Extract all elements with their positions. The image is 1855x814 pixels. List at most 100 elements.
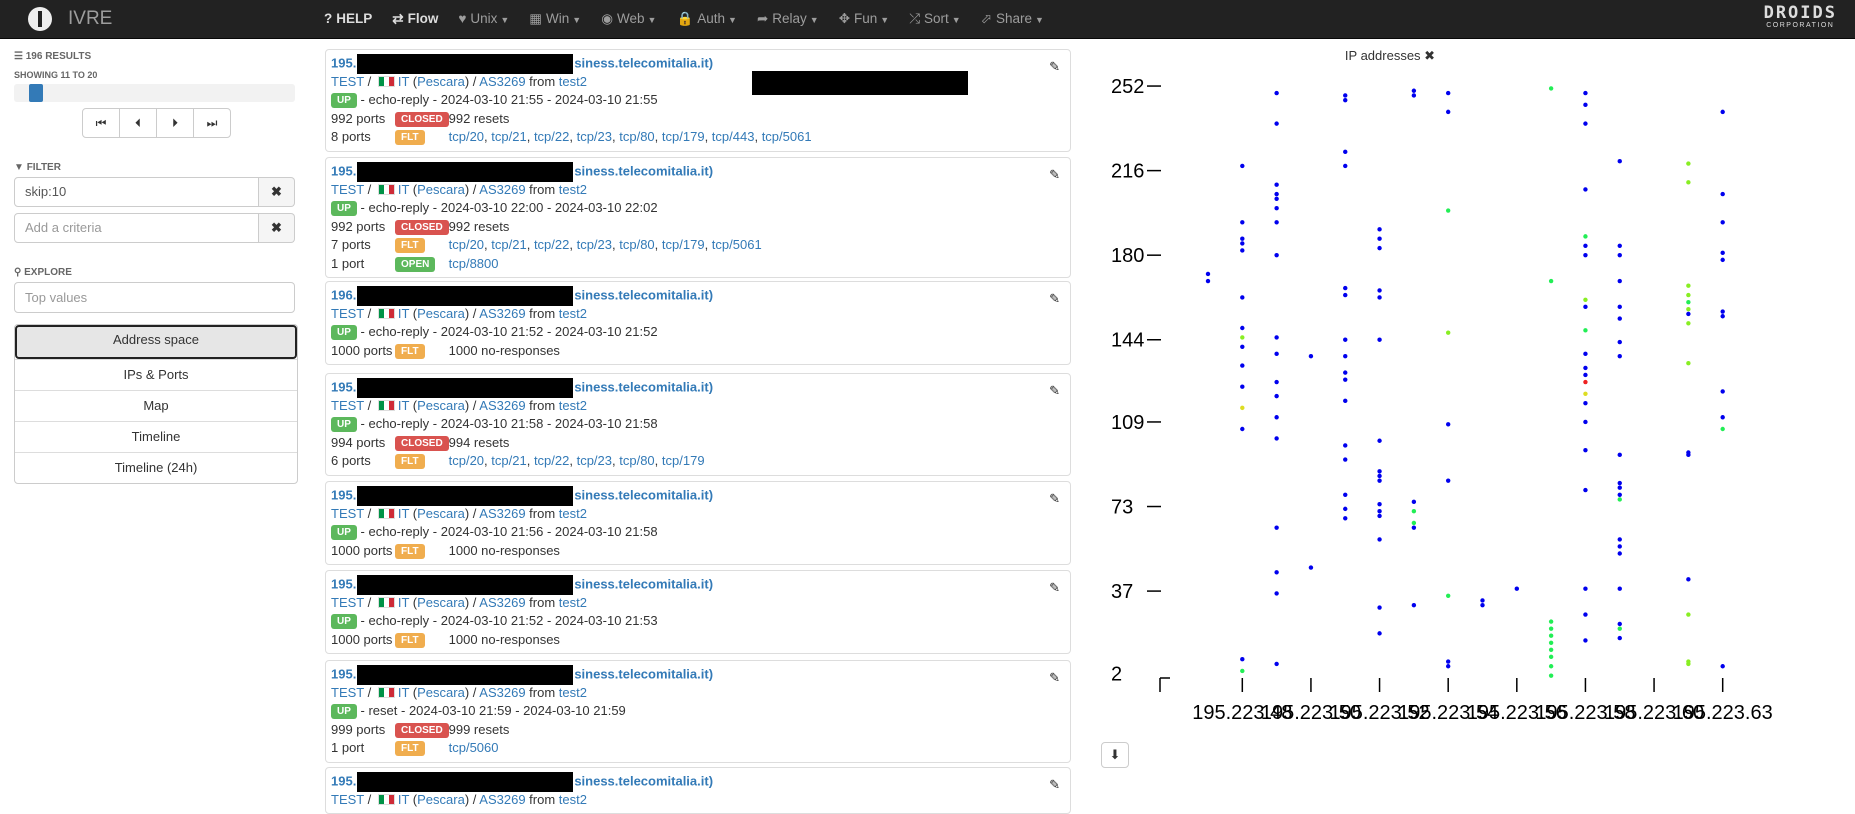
explore-item-address-space[interactable]: Address space xyxy=(15,325,297,359)
asn-link[interactable]: AS3269 xyxy=(479,685,525,700)
source-link[interactable]: TEST xyxy=(331,685,364,700)
nav-item-relay[interactable]: ➦ Relay ▼ xyxy=(747,0,829,38)
ip-prefix[interactable]: 196. xyxy=(331,287,356,302)
slider-handle[interactable] xyxy=(29,84,44,102)
criteria-input[interactable]: Add a criteria xyxy=(14,213,259,243)
top-values-input[interactable]: Top values xyxy=(14,282,295,313)
explore-item-timeline[interactable]: Timeline xyxy=(15,421,297,452)
probe-link[interactable]: test2 xyxy=(559,685,587,700)
country-link[interactable]: IT xyxy=(398,595,409,610)
hostname-suffix[interactable]: siness.telecomitalia.it) xyxy=(574,666,713,681)
probe-link[interactable]: test2 xyxy=(559,595,587,610)
country-link[interactable]: IT xyxy=(398,685,409,700)
hostname-suffix[interactable]: siness.telecomitalia.it) xyxy=(574,379,713,394)
probe-link[interactable]: test2 xyxy=(559,398,587,413)
port-link[interactable]: tcp/22 xyxy=(534,237,569,252)
country-link[interactable]: IT xyxy=(398,398,409,413)
city-link[interactable]: Pescara xyxy=(417,306,465,321)
city-link[interactable]: Pescara xyxy=(417,398,465,413)
port-link[interactable]: tcp/443 xyxy=(712,129,755,144)
port-link[interactable]: tcp/22 xyxy=(534,129,569,144)
download-button[interactable]: ⬇ xyxy=(1101,742,1129,768)
hostname-suffix[interactable]: siness.telecomitalia.it) xyxy=(574,55,713,70)
port-link[interactable]: tcp/21 xyxy=(491,453,526,468)
ip-prefix[interactable]: 195. xyxy=(331,163,356,178)
nav-item-web[interactable]: ◉ Web ▼ xyxy=(591,0,666,38)
port-link[interactable]: tcp/5060 xyxy=(449,740,499,755)
asn-link[interactable]: AS3269 xyxy=(479,506,525,521)
port-link[interactable]: tcp/179 xyxy=(662,453,705,468)
port-link[interactable]: tcp/23 xyxy=(577,453,612,468)
probe-link[interactable]: test2 xyxy=(559,306,587,321)
nav-item-help[interactable]: ? HELP xyxy=(314,0,382,38)
country-link[interactable]: IT xyxy=(398,182,409,197)
port-link[interactable]: tcp/23 xyxy=(577,237,612,252)
hostname-suffix[interactable]: siness.telecomitalia.it) xyxy=(574,773,713,788)
asn-link[interactable]: AS3269 xyxy=(479,595,525,610)
ip-prefix[interactable]: 195. xyxy=(331,55,356,70)
port-state-badge[interactable]: OPEN xyxy=(395,256,436,272)
probe-link[interactable]: test2 xyxy=(559,506,587,521)
asn-link[interactable]: AS3269 xyxy=(479,398,525,413)
port-link[interactable]: tcp/8800 xyxy=(449,256,499,271)
port-link[interactable]: tcp/20 xyxy=(449,129,484,144)
nav-item-unix[interactable]: ♥ Unix ▼ xyxy=(448,0,519,38)
country-link[interactable]: IT xyxy=(398,506,409,521)
asn-link[interactable]: AS3269 xyxy=(479,74,525,89)
port-state-badge[interactable]: FLT xyxy=(395,130,425,145)
port-state-badge[interactable]: FLT xyxy=(395,543,425,559)
port-state-badge[interactable]: FLT xyxy=(395,632,425,648)
country-link[interactable]: IT xyxy=(398,306,409,321)
port-link[interactable]: tcp/5061 xyxy=(762,129,812,144)
port-state-badge[interactable]: FLT xyxy=(395,238,425,253)
clear-criteria-button[interactable]: ✖ xyxy=(259,213,295,243)
port-link[interactable]: tcp/23 xyxy=(577,129,612,144)
ip-prefix[interactable]: 195. xyxy=(331,666,356,681)
source-link[interactable]: TEST xyxy=(331,595,364,610)
port-link[interactable]: tcp/21 xyxy=(491,129,526,144)
nav-item-flow[interactable]: ⇄ Flow xyxy=(382,0,448,38)
city-link[interactable]: Pescara xyxy=(417,74,465,89)
port-link[interactable]: tcp/179 xyxy=(662,237,705,252)
country-link[interactable]: IT xyxy=(398,792,409,807)
next-page-button[interactable]: ⏵ xyxy=(156,108,194,138)
remove-filter-button[interactable]: ✖ xyxy=(259,177,295,207)
probe-link[interactable]: test2 xyxy=(559,74,587,89)
hostname-suffix[interactable]: siness.telecomitalia.it) xyxy=(574,287,713,302)
nav-item-share[interactable]: ⬀ Share ▼ xyxy=(971,0,1054,38)
droids-corporation-logo[interactable]: DROIDS CORPORATION xyxy=(1764,5,1837,30)
nav-item-fun[interactable]: ✥ Fun ▼ xyxy=(829,0,900,38)
country-link[interactable]: IT xyxy=(398,74,409,89)
port-state-badge[interactable]: FLT xyxy=(395,741,425,756)
port-state-badge[interactable]: CLOSED xyxy=(395,435,449,451)
previous-page-button[interactable]: ⏴ xyxy=(119,108,157,138)
hostname-suffix[interactable]: siness.telecomitalia.it) xyxy=(574,163,713,178)
nav-item-win[interactable]: ▦ Win ▼ xyxy=(519,0,591,38)
ip-prefix[interactable]: 195. xyxy=(331,773,356,788)
results-slider[interactable] xyxy=(14,84,295,102)
port-link[interactable]: tcp/20 xyxy=(449,453,484,468)
port-state-badge[interactable]: FLT xyxy=(395,343,425,359)
port-link[interactable]: tcp/20 xyxy=(449,237,484,252)
city-link[interactable]: Pescara xyxy=(417,685,465,700)
asn-link[interactable]: AS3269 xyxy=(479,792,525,807)
port-link[interactable]: tcp/80 xyxy=(619,129,654,144)
ip-prefix[interactable]: 195. xyxy=(331,576,356,591)
source-link[interactable]: TEST xyxy=(331,792,364,807)
asn-link[interactable]: AS3269 xyxy=(479,182,525,197)
city-link[interactable]: Pescara xyxy=(417,182,465,197)
source-link[interactable]: TEST xyxy=(331,506,364,521)
city-link[interactable]: Pescara xyxy=(417,506,465,521)
filter-input[interactable]: skip:10 xyxy=(14,177,259,207)
port-link[interactable]: tcp/80 xyxy=(619,453,654,468)
ip-prefix[interactable]: 195. xyxy=(331,379,356,394)
city-link[interactable]: Pescara xyxy=(417,595,465,610)
probe-link[interactable]: test2 xyxy=(559,792,587,807)
probe-link[interactable]: test2 xyxy=(559,182,587,197)
source-link[interactable]: TEST xyxy=(331,398,364,413)
port-state-badge[interactable]: CLOSED xyxy=(395,111,449,127)
port-link[interactable]: tcp/179 xyxy=(662,129,705,144)
asn-link[interactable]: AS3269 xyxy=(479,306,525,321)
port-state-badge[interactable]: CLOSED xyxy=(395,219,449,235)
ip-prefix[interactable]: 195. xyxy=(331,487,356,502)
